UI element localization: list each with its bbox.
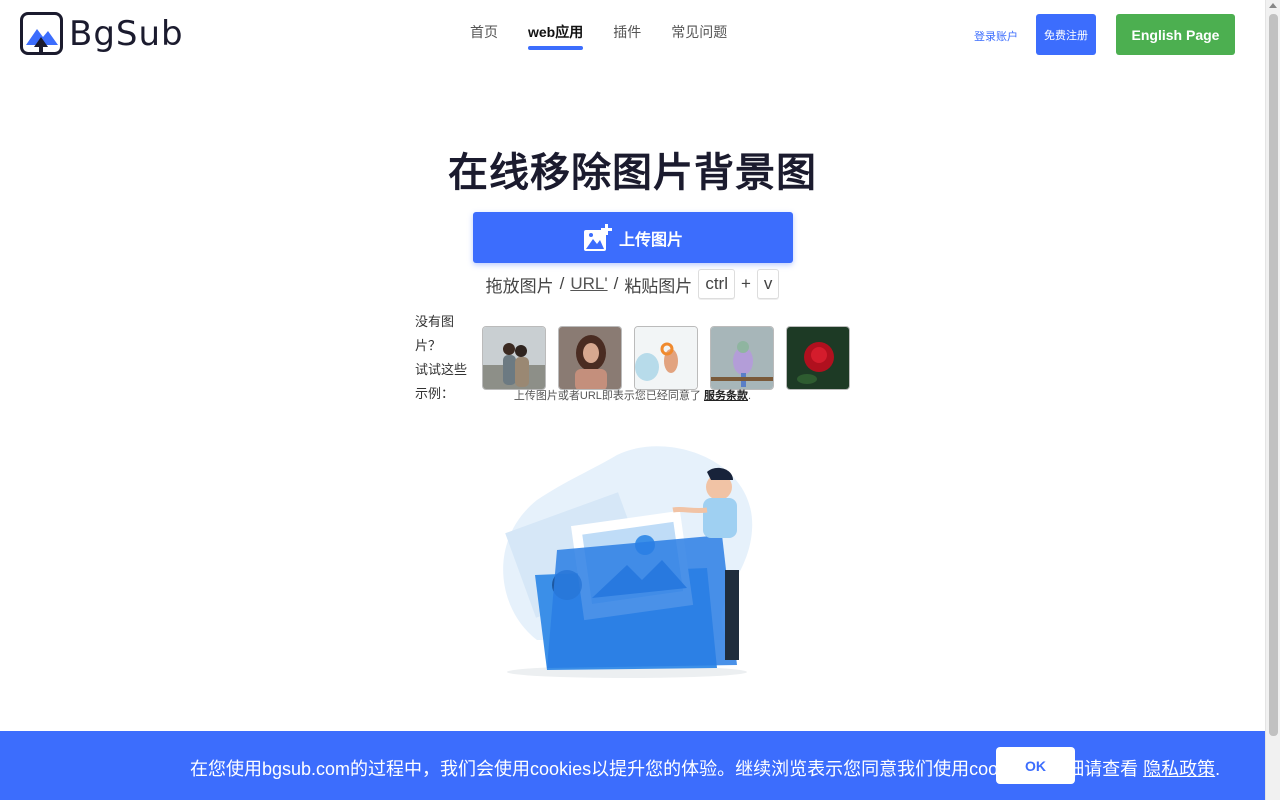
page-title: 在线移除图片背景图 <box>448 149 817 196</box>
upload-image-button[interactable]: 上传图片 <box>473 212 793 263</box>
cookie-banner: 在您使用bgsub.com的过程中，我们会使用cookies以提升您的体验。继续… <box>0 731 1265 800</box>
sample-thumb-bird[interactable] <box>710 326 774 390</box>
url-link[interactable]: URL' <box>570 274 607 294</box>
hint-separator: / <box>559 274 565 293</box>
terms-end: . <box>748 390 752 402</box>
upload-button-label: 上传图片 <box>618 231 683 249</box>
samples-label-line1: 没有图片？ <box>415 314 455 353</box>
scroll-up-arrow-icon[interactable] <box>1269 3 1277 8</box>
nav-faq[interactable]: 常见问题 <box>671 22 727 46</box>
scroll-thumb[interactable] <box>1269 14 1278 736</box>
logo-icon <box>20 12 63 55</box>
nav-web-app[interactable]: web应用 <box>528 22 584 50</box>
nav-plugins[interactable]: 插件 <box>613 22 641 46</box>
logo[interactable]: BgSub <box>20 12 184 55</box>
main-nav: 首页 web应用 插件 常见问题 <box>470 22 757 50</box>
drag-drop-text: 拖放图片 <box>485 276 554 296</box>
cookie-end: . <box>1215 759 1221 779</box>
login-link[interactable]: 登录账户 <box>974 28 1018 44</box>
upload-illustration <box>497 440 762 680</box>
sample-thumb-rose[interactable] <box>786 326 850 390</box>
hint-separator: / <box>613 274 619 293</box>
upload-hint: 拖放图片 / URL' / 粘贴图片 ctrl + v <box>0 269 1265 299</box>
signup-button[interactable]: 免费注册 <box>1036 14 1096 55</box>
nav-home[interactable]: 首页 <box>470 22 498 46</box>
kbd-v: v <box>756 269 780 299</box>
terms-link[interactable]: 服务条款 <box>704 390 748 402</box>
sample-thumb-couple[interactable] <box>482 326 546 390</box>
terms-notice: 上传图片或者URL即表示您已经同意了 服务条款. <box>0 387 1265 403</box>
sample-thumb-woman[interactable] <box>558 326 622 390</box>
page-scrollbar[interactable] <box>1265 0 1280 800</box>
add-image-icon <box>583 223 612 251</box>
sample-thumb-hand[interactable] <box>634 326 698 390</box>
paste-text: 粘贴图片 <box>624 276 693 296</box>
cookie-ok-button[interactable]: OK <box>996 747 1075 784</box>
privacy-policy-link[interactable]: 隐私政策 <box>1143 759 1215 779</box>
kbd-ctrl: ctrl <box>698 269 735 299</box>
logo-text: BgSub <box>69 13 184 54</box>
site-header: BgSub 首页 web应用 插件 常见问题 登录账户 免费注册 English… <box>0 0 1265 68</box>
kbd-plus: + <box>740 274 751 293</box>
terms-text: 上传图片或者URL即表示您已经同意了 <box>513 390 701 402</box>
english-page-button[interactable]: English Page <box>1116 14 1235 55</box>
